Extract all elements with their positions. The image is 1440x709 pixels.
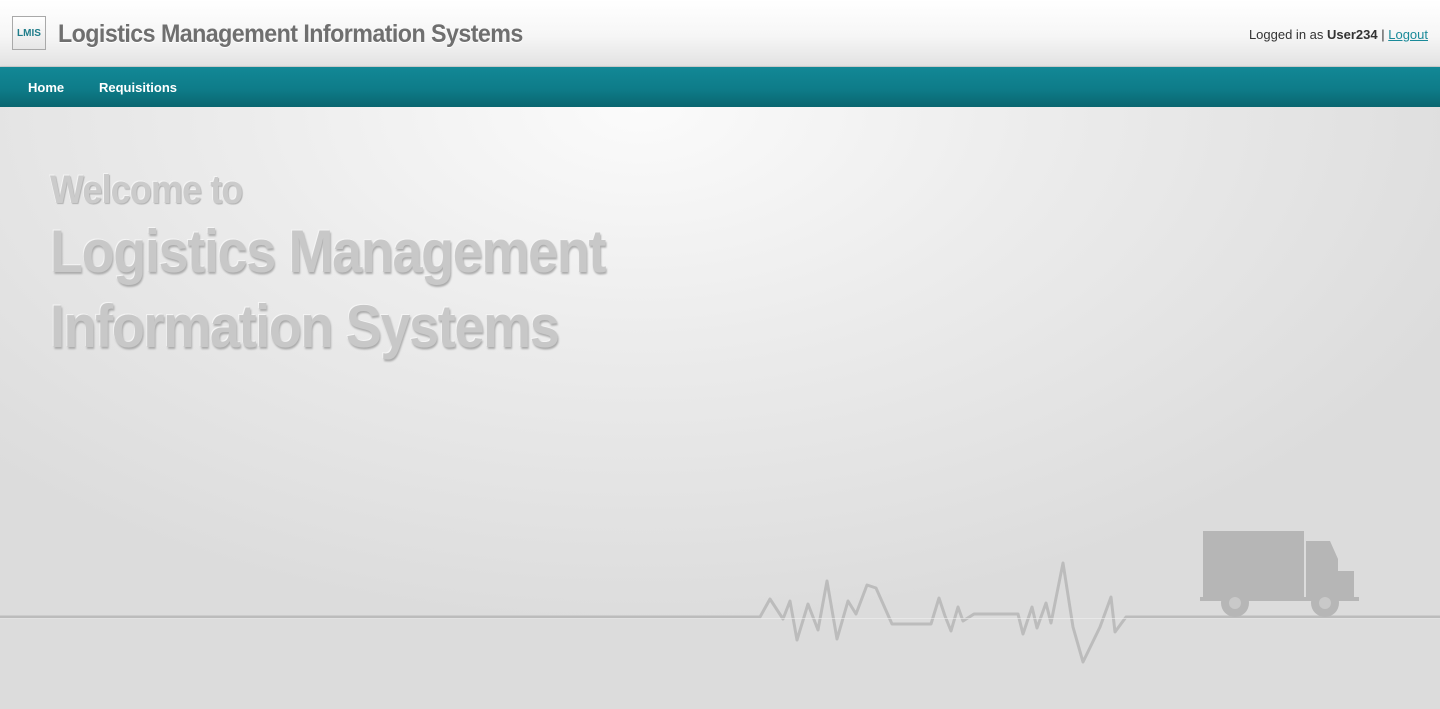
app-title: Logistics Management Information Systems — [58, 20, 523, 48]
user-separator: | — [1377, 27, 1389, 42]
lmis-logo[interactable]: LMIS — [12, 16, 46, 50]
username: User234 — [1327, 27, 1378, 42]
user-status: Logged in as User234 | Logout — [1249, 27, 1428, 42]
nav-item-home[interactable]: Home — [28, 67, 64, 107]
main-nav: Home Requisitions — [0, 67, 1440, 107]
nav-item-requisitions[interactable]: Requisitions — [99, 67, 177, 107]
truck-icon — [1200, 531, 1359, 617]
app-header: LMIS Logistics Management Information Sy… — [0, 0, 1440, 67]
welcome-hero: Welcome to Logistics Management Informat… — [0, 107, 1440, 709]
logged-in-prefix: Logged in as — [1248, 27, 1328, 42]
logout-link[interactable]: Logout — [1388, 27, 1428, 42]
heartbeat-truck-graphic — [0, 531, 1440, 664]
